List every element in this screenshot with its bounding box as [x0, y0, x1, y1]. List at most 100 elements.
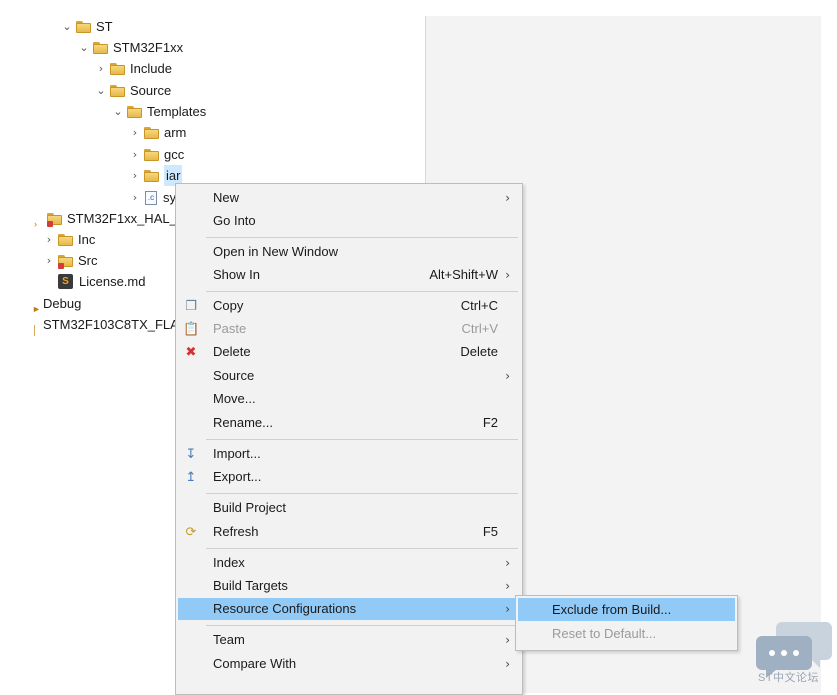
chevron-down-icon[interactable]: ›	[34, 214, 42, 229]
menu-shortcut: Alt+Shift+W	[429, 267, 498, 282]
menu-separator	[206, 548, 518, 549]
menu-shortcut: Delete	[460, 344, 498, 359]
tree-item-gcc[interactable]: › gcc	[128, 144, 184, 165]
menu-item-open-new-window[interactable]: Open in New Window	[178, 241, 518, 263]
menu-item-go-into[interactable]: Go Into	[178, 210, 518, 232]
chevron-down-icon[interactable]: ⌄	[111, 101, 125, 122]
menu-item-build-project[interactable]: Build Project	[178, 497, 518, 519]
tree-item-label: Debug	[43, 296, 82, 311]
submenu-arrow-icon: ›	[505, 657, 510, 671]
tree-item-label: License.md	[79, 274, 146, 289]
tree-item-label: gcc	[164, 147, 185, 162]
tree-item-label: STM32F1xx	[113, 40, 184, 55]
menu-item-label: Move...	[213, 391, 256, 406]
chevron-right-icon[interactable]: ›	[94, 58, 108, 79]
tree-item-templates[interactable]: ⌄ Templates	[111, 101, 206, 122]
menu-separator	[206, 493, 518, 494]
menu-item-label: Copy	[213, 298, 244, 313]
menu-item-label: Import...	[213, 446, 261, 461]
tree-item-system-file[interactable]: › .c sy	[128, 187, 176, 208]
copy-icon: ❐	[185, 298, 197, 313]
menu-separator	[206, 237, 518, 238]
tree-item-debug[interactable]: ► Debug	[32, 293, 81, 314]
menu-item-label: Open in New Window	[213, 244, 338, 259]
menu-item-new[interactable]: New ›	[178, 187, 518, 209]
menu-item-export[interactable]: ↥ Export...	[178, 466, 518, 488]
tree-item-source[interactable]: ⌄ Source	[94, 80, 171, 101]
menu-item-label: Export...	[213, 469, 262, 484]
submenu-item-reset-to-default[interactable]: Reset to Default...	[518, 622, 735, 645]
folder-icon	[144, 126, 160, 139]
menu-item-label: Exclude from Build...	[552, 602, 672, 617]
menu-item-show-in[interactable]: Show In Alt+Shift+W ›	[178, 264, 518, 286]
submenu-item-exclude-from-build[interactable]: Exclude from Build...	[518, 598, 735, 621]
menu-item-paste[interactable]: 📋 Paste Ctrl+V	[178, 318, 518, 340]
menu-item-label: New	[213, 190, 240, 205]
menu-separator	[206, 291, 518, 292]
chevron-right-icon[interactable]: ›	[42, 229, 56, 250]
tree-item-arm[interactable]: › arm	[128, 122, 187, 143]
tree-item-include[interactable]: › Include	[94, 58, 172, 79]
folder-icon	[144, 169, 160, 182]
menu-item-rename[interactable]: Rename... F2	[178, 412, 518, 434]
menu-shortcut: Ctrl+C	[460, 298, 498, 313]
submenu-arrow-icon: ›	[505, 633, 510, 647]
chevron-down-icon[interactable]: ⌄	[60, 16, 74, 37]
menu-shortcut: Ctrl+V	[461, 321, 498, 336]
folder-open-icon	[110, 84, 126, 97]
menu-item-label: Paste	[213, 321, 247, 336]
refresh-icon: ⟳	[185, 524, 197, 539]
menu-item-move[interactable]: Move...	[178, 388, 518, 410]
export-icon: ↥	[185, 469, 197, 484]
menu-item-import[interactable]: ↧ Import...	[178, 443, 518, 465]
watermark-text: ST中文论坛	[758, 672, 820, 684]
menu-item-source[interactable]: Source ›	[178, 365, 518, 387]
tree-item-hal-driver[interactable]: › STM32F1xx_HAL_D	[34, 208, 186, 229]
tree-item-label: Templates	[147, 104, 207, 119]
menu-item-label: Build Targets	[213, 578, 288, 593]
menu-item-refresh[interactable]: ⟳ Refresh F5	[178, 521, 518, 543]
folder-open-icon	[76, 20, 92, 33]
import-icon: ↧	[185, 446, 197, 461]
submenu-arrow-icon: ›	[505, 556, 510, 570]
submenu-arrow-icon: ›	[505, 602, 510, 616]
folder-open-icon	[127, 105, 143, 118]
tree-item-label: Include	[130, 61, 172, 76]
menu-item-delete[interactable]: ✖ Delete Delete	[178, 341, 518, 363]
submenu-arrow-icon: ›	[505, 268, 510, 282]
chevron-right-icon[interactable]: ›	[128, 187, 142, 208]
folder-source-icon	[58, 254, 74, 269]
tree-item-src[interactable]: › Src	[42, 250, 98, 271]
folder-icon: ►	[32, 303, 41, 314]
tree-item-license[interactable]: S License.md	[56, 271, 145, 292]
chevron-right-icon[interactable]: ›	[42, 250, 56, 271]
chevron-down-icon[interactable]: ⌄	[77, 37, 91, 58]
menu-item-index[interactable]: Index ›	[178, 552, 518, 574]
menu-item-copy[interactable]: ❐ Copy Ctrl+C	[178, 295, 518, 317]
menu-item-label: Source	[213, 368, 255, 383]
menu-item-label: Refresh	[213, 524, 259, 539]
tree-item-st[interactable]: ⌄ ST	[60, 16, 112, 37]
menu-item-build-targets[interactable]: Build Targets ›	[178, 575, 518, 597]
menu-item-resource-configurations[interactable]: Resource Configurations ›	[178, 598, 518, 620]
folder-icon	[58, 233, 74, 246]
folder-source-icon	[47, 212, 63, 227]
menu-separator	[206, 625, 518, 626]
menu-item-label: Build Project	[213, 500, 286, 515]
tree-item-linker-script[interactable]: │ STM32F103C8TX_FLA	[32, 314, 179, 335]
folder-open-icon	[93, 41, 109, 54]
chevron-right-icon[interactable]: ›	[128, 144, 142, 165]
tree-item-inc[interactable]: › Inc	[42, 229, 96, 250]
menu-shortcut: F5	[482, 524, 498, 539]
paste-icon: 📋	[183, 321, 200, 336]
menu-item-team[interactable]: Team ›	[178, 629, 518, 651]
chevron-down-icon[interactable]: ⌄	[94, 80, 108, 101]
tree-item-stm32f1xx[interactable]: ⌄ STM32F1xx	[77, 37, 183, 58]
menu-separator	[206, 439, 518, 440]
chevron-right-icon[interactable]: ›	[128, 122, 142, 143]
menu-item-label: Rename...	[213, 415, 273, 430]
menu-item-compare-with[interactable]: Compare With ›	[178, 653, 518, 675]
chevron-right-icon[interactable]: ›	[128, 165, 142, 186]
tree-item-label: STM32F1xx_HAL_D	[67, 211, 187, 226]
submenu-arrow-icon: ›	[505, 579, 510, 593]
